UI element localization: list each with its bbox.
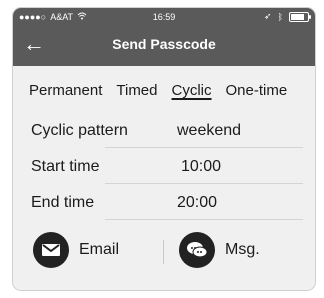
start-time-value[interactable]: 10:00 bbox=[181, 158, 221, 176]
page-title: Send Passcode bbox=[112, 36, 216, 52]
cyclic-pattern-label: Cyclic pattern bbox=[31, 122, 128, 139]
message-label: Msg. bbox=[225, 241, 260, 258]
bluetooth-icon: ᛒ bbox=[277, 11, 283, 22]
cyclic-pattern-value[interactable]: weekend bbox=[177, 122, 241, 140]
passcode-type-tabs: Permanent Timed Cyclic One-time bbox=[13, 82, 315, 110]
status-bar: ●●●●○ A&AT 16:59 ➶ ᛒ bbox=[13, 10, 315, 26]
phone-screen: ●●●●○ A&AT 16:59 ➶ ᛒ ← Send Passcode Per… bbox=[13, 8, 315, 290]
header-bar: ●●●●○ A&AT 16:59 ➶ ᛒ ← Send Passcode bbox=[13, 8, 315, 66]
divider-line bbox=[105, 147, 303, 148]
end-time-row[interactable]: End time 20:00 bbox=[13, 188, 315, 222]
share-actions: Email Msg. bbox=[13, 232, 315, 272]
tab-permanent[interactable]: Permanent bbox=[29, 82, 102, 110]
actions-divider bbox=[163, 240, 164, 264]
tab-one-time[interactable]: One-time bbox=[226, 82, 288, 110]
message-button[interactable]: Msg. bbox=[179, 232, 260, 268]
divider-line bbox=[105, 183, 303, 184]
end-time-value[interactable]: 20:00 bbox=[177, 194, 217, 212]
status-right: ➶ ᛒ bbox=[264, 11, 311, 22]
end-time-label: End time bbox=[31, 194, 95, 211]
email-label: Email bbox=[79, 241, 120, 258]
divider-line bbox=[105, 219, 303, 220]
battery-fill bbox=[291, 13, 304, 20]
navigation-bar: ← Send Passcode bbox=[13, 30, 315, 60]
mail-icon bbox=[33, 232, 69, 268]
start-time-label: Start time bbox=[31, 158, 100, 175]
location-icon: ➶ bbox=[264, 11, 272, 21]
content-area: Permanent Timed Cyclic One-time Cyclic p… bbox=[13, 66, 315, 290]
tab-timed[interactable]: Timed bbox=[116, 82, 157, 110]
battery-icon bbox=[289, 11, 311, 22]
cyclic-pattern-row[interactable]: Cyclic pattern weekend bbox=[13, 116, 315, 150]
chat-bubbles-icon bbox=[179, 232, 215, 268]
start-time-row[interactable]: Start time 10:00 bbox=[13, 152, 315, 186]
email-button[interactable]: Email bbox=[33, 232, 119, 268]
tab-cyclic[interactable]: Cyclic bbox=[172, 82, 212, 110]
